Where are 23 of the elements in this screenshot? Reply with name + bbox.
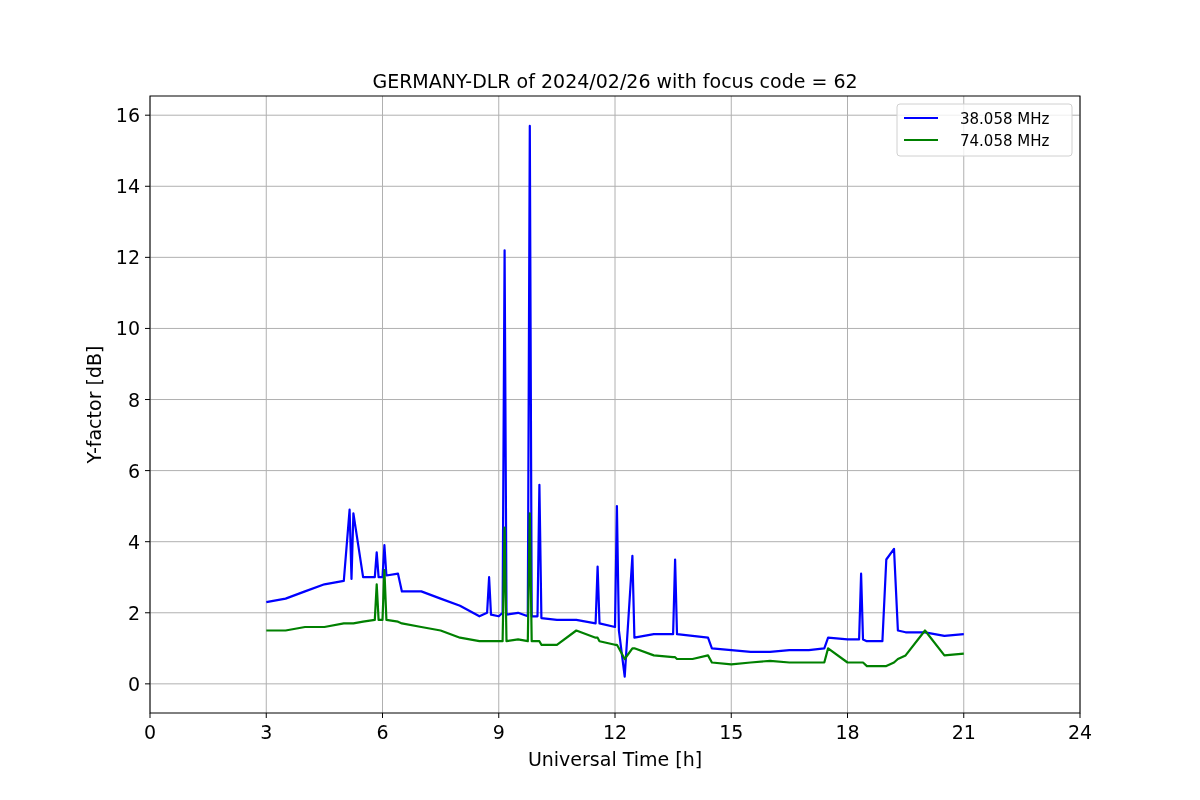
tick-label: 8 <box>127 388 140 411</box>
tick-label: 16 <box>115 104 140 127</box>
tick-label: 12 <box>115 246 140 269</box>
tick-label: 0 <box>143 721 157 743</box>
chart-title: GERMANY-DLR of 2024/02/26 with focus code = 62 <box>372 70 858 92</box>
tick-label: 12 <box>602 721 628 743</box>
tick-label: 0 <box>127 672 140 695</box>
tick-label: 2 <box>127 601 140 624</box>
tick-label: 24 <box>1067 721 1093 743</box>
tick-label: 4 <box>127 530 140 553</box>
axis-label: Universal Time [h] <box>527 748 703 770</box>
legend-label: 38.058 MHz <box>960 110 1050 128</box>
tick-label: 10 <box>115 317 140 340</box>
tick-label: 14 <box>115 175 140 198</box>
tick-label: 9 <box>492 721 505 743</box>
tick-label: 6 <box>376 721 389 743</box>
axis-label: Y-factor [dB] <box>83 345 105 464</box>
tick-label: 15 <box>719 721 744 743</box>
tick-label: 6 <box>127 459 140 482</box>
tick-label: 18 <box>835 721 860 743</box>
tick-label: 3 <box>260 721 273 743</box>
tick-label: 21 <box>951 721 976 743</box>
legend-label: 74.058 MHz <box>960 132 1050 150</box>
